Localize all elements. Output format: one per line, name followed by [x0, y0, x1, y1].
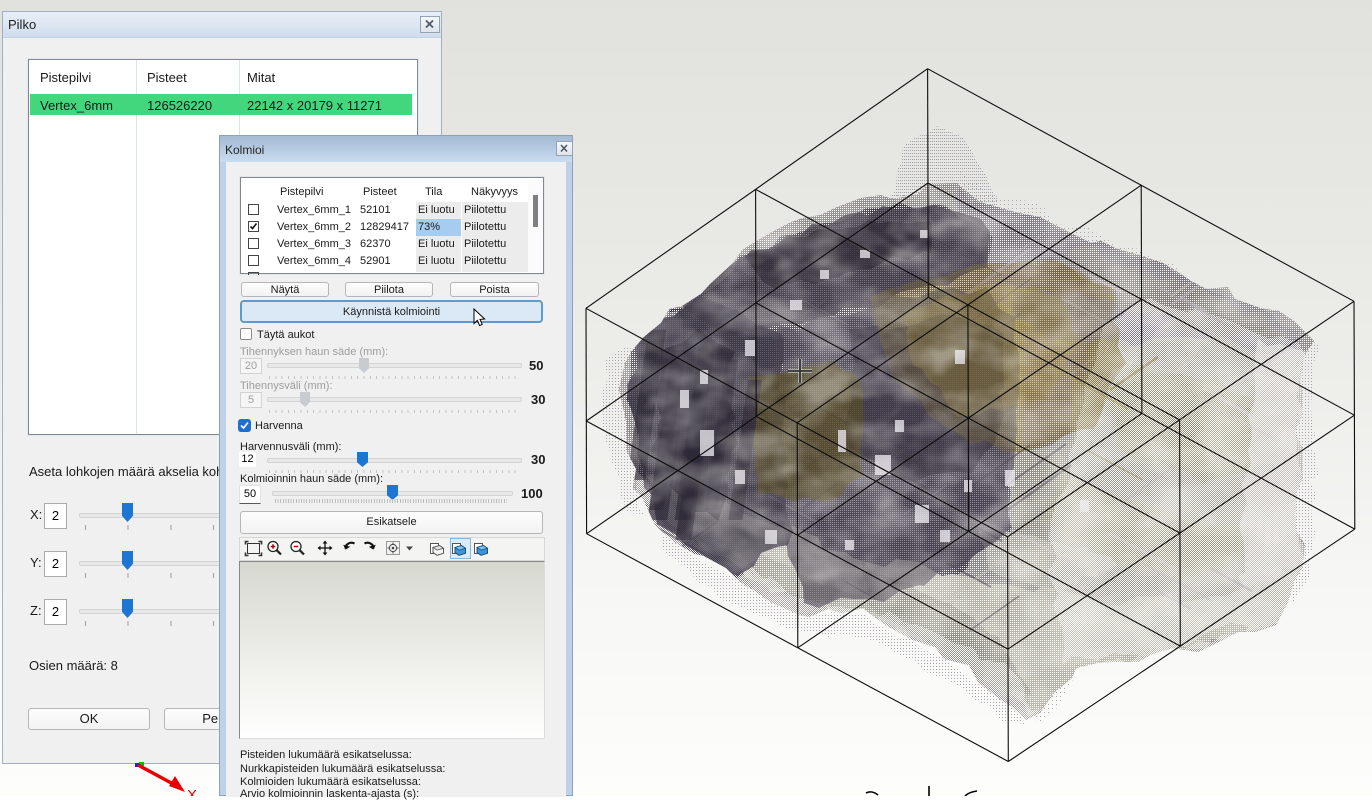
- svg-text:X: X: [187, 787, 197, 796]
